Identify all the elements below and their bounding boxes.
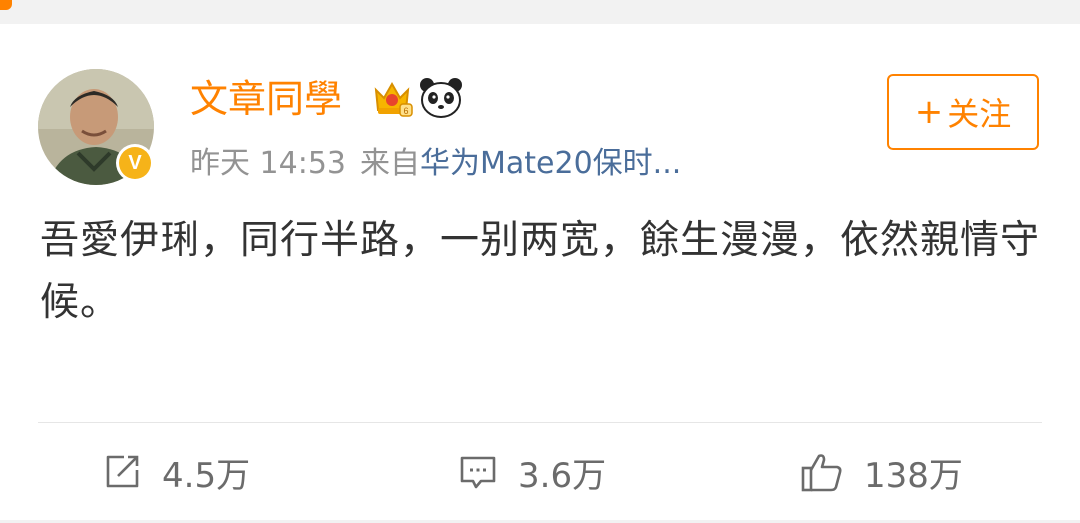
like-button[interactable]: 138万 bbox=[800, 448, 963, 496]
like-icon bbox=[801, 454, 842, 492]
username[interactable]: 文章同學 bbox=[190, 74, 342, 124]
source-prefix: 来自 bbox=[360, 146, 420, 181]
follow-label: 关注 bbox=[947, 95, 1012, 133]
top-accent-bar bbox=[0, 0, 12, 10]
post-meta: 昨天 14:53 来自华为Mate20保时... bbox=[190, 142, 681, 186]
follow-button[interactable]: + 关注 bbox=[887, 74, 1039, 150]
post-time: 昨天 14:53 bbox=[190, 146, 346, 181]
svg-text:6: 6 bbox=[403, 106, 408, 116]
action-bar: 4.5万 3.6万 138万 bbox=[0, 434, 1080, 504]
verified-icon: V bbox=[116, 144, 154, 182]
panda-badge-icon[interactable] bbox=[418, 76, 464, 124]
source-link[interactable]: 华为Mate20保时... bbox=[420, 146, 681, 181]
repost-icon bbox=[106, 455, 139, 488]
post-text: 吾愛伊琍，同行半路，一别两宽，餘生漫漫，依然親情守候。 bbox=[40, 218, 1041, 325]
divider bbox=[38, 422, 1042, 423]
comment-button[interactable]: 3.6万 bbox=[458, 448, 606, 496]
weibo-post-card: V 文章同學 6 昨天 14:53 来自华为Mate20保时... + 关注 吾愛伊… bbox=[0, 24, 1080, 520]
plus-icon: + bbox=[914, 92, 944, 132]
like-count: 138万 bbox=[864, 455, 963, 496]
repost-count: 4.5万 bbox=[162, 455, 251, 496]
crown-badge-icon[interactable]: 6 bbox=[370, 76, 414, 124]
comment-icon bbox=[460, 456, 496, 489]
repost-button[interactable]: 4.5万 bbox=[102, 448, 250, 496]
comment-count: 3.6万 bbox=[518, 455, 607, 496]
